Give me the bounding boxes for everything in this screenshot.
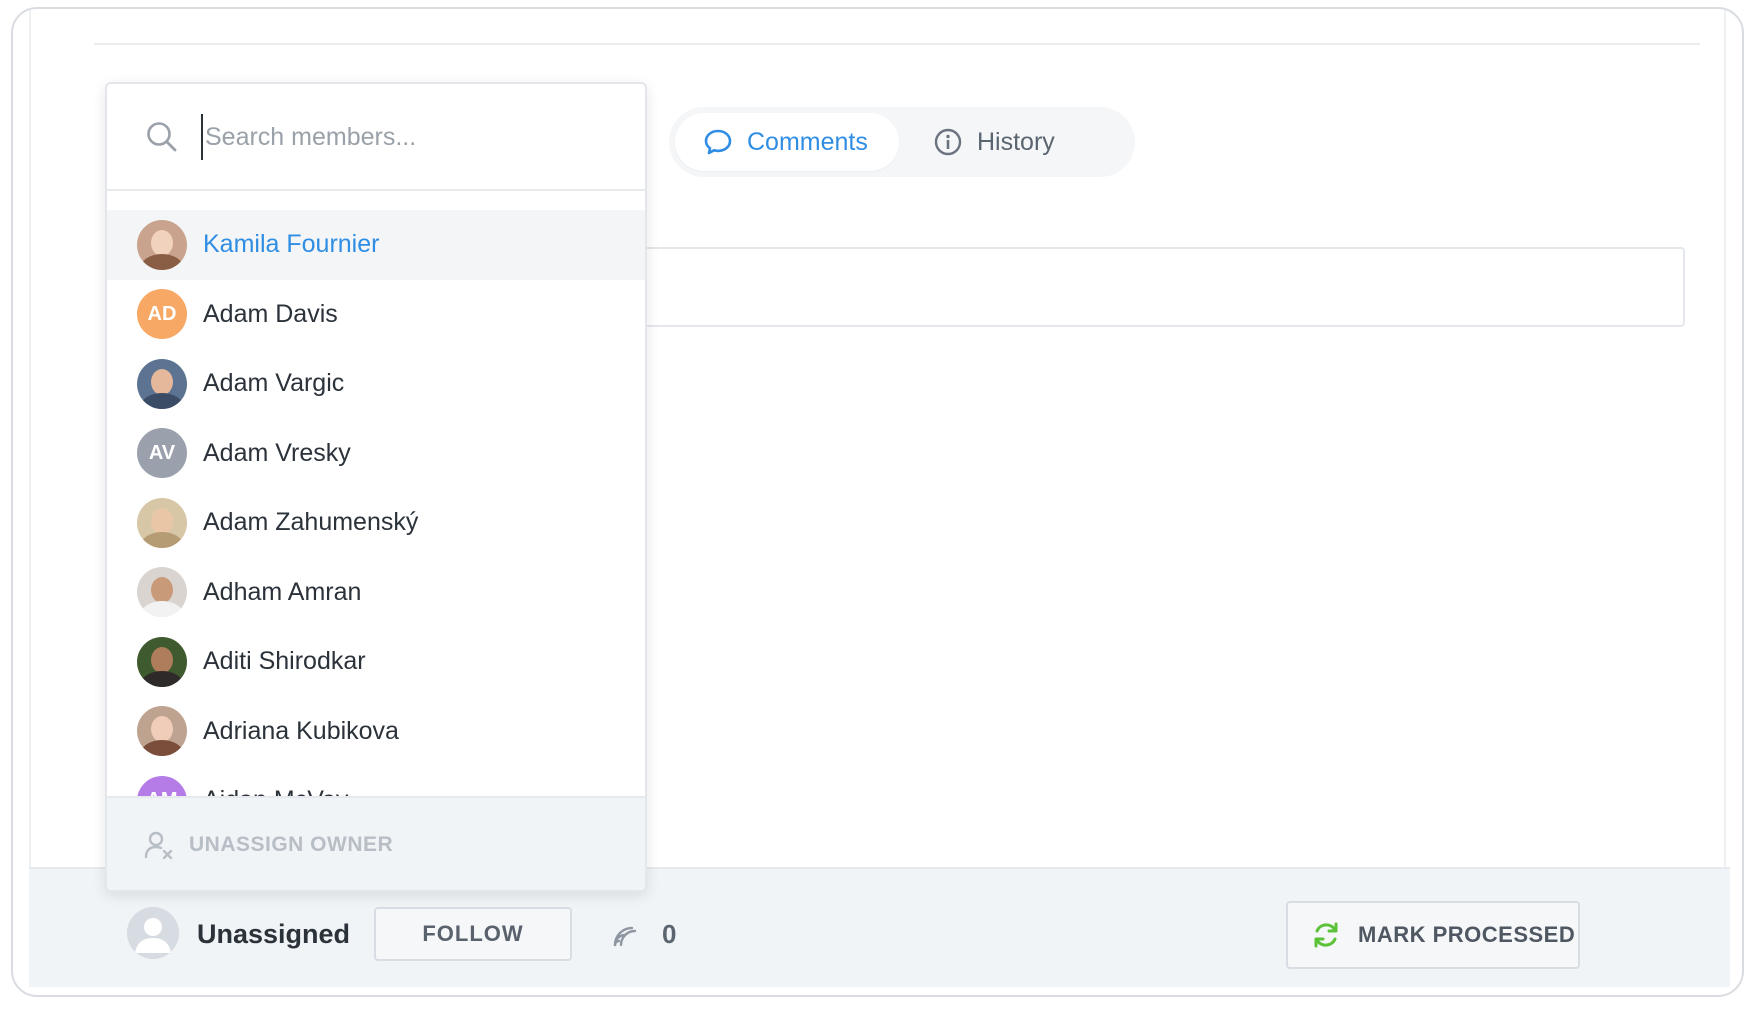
follow-button[interactable]: FOLLOW (374, 907, 572, 961)
member-item-adam-vresky[interactable]: AV Adam Vresky (107, 419, 645, 489)
mark-processed-label: MARK PROCESSED (1358, 922, 1576, 947)
member-name: Aidan McVay (203, 786, 348, 796)
member-name: Aditi Shirodkar (203, 647, 366, 676)
member-search-input[interactable] (201, 114, 607, 160)
refresh-icon (1314, 922, 1338, 948)
avatar (137, 567, 187, 618)
avatar (137, 497, 187, 548)
avatar: AD (137, 289, 187, 340)
member-item-aidan-mcvay[interactable]: AM Aidan McVay (107, 766, 645, 796)
search-icon (147, 122, 177, 152)
followers-count: 0 (662, 919, 677, 949)
avatar: AV (137, 428, 187, 479)
avatar (137, 706, 187, 757)
unassign-user-icon (144, 831, 173, 860)
member-item-adriana-kubikova[interactable]: Adriana Kubikova (107, 697, 645, 767)
avatar (137, 219, 187, 270)
unassign-owner-button[interactable]: UNASSIGN OWNER (107, 796, 645, 890)
owner-avatar[interactable] (127, 907, 179, 959)
comment-input[interactable] (613, 247, 1685, 327)
member-name: Kamila Fournier (203, 230, 380, 259)
member-name: Adam Zahumenský (203, 508, 419, 537)
info-icon (934, 128, 962, 156)
right-divider (1724, 9, 1726, 869)
member-item-adam-zahumensky[interactable]: Adam Zahumenský (107, 488, 645, 558)
member-list: Kamila Fournier AD Adam Davis Adam Vargi… (107, 210, 645, 796)
owner-label[interactable]: Unassigned (197, 919, 350, 950)
member-item-adham-amran[interactable]: Adham Amran (107, 558, 645, 628)
avatar (137, 358, 187, 409)
tab-comments-label: Comments (747, 127, 868, 156)
avatar-initials: AD (147, 302, 177, 325)
unassign-owner-label: UNASSIGN OWNER (189, 833, 394, 856)
member-item-aditi-shirodkar[interactable]: Aditi Shirodkar (107, 627, 645, 697)
top-divider (94, 43, 1700, 45)
app-window: Comments History Unassigned FOLLOW 0 MAR… (11, 7, 1744, 997)
tab-comments[interactable]: Comments (675, 113, 899, 171)
avatar-initials: AM (146, 789, 177, 796)
tab-history-label: History (977, 127, 1055, 156)
member-item-adam-davis[interactable]: AD Adam Davis (107, 280, 645, 350)
member-search-row (107, 84, 645, 191)
avatar-initials: AV (148, 441, 176, 464)
activity-tabs: Comments History (669, 107, 1135, 177)
tab-history[interactable]: History (931, 113, 1121, 171)
member-name: Adam Vresky (203, 438, 351, 467)
member-name: Adriana Kubikova (203, 716, 399, 745)
comment-icon (704, 129, 732, 155)
user-placeholder-icon (127, 907, 179, 959)
followers-signal-icon (613, 926, 637, 947)
member-dropdown: Kamila Fournier AD Adam Davis Adam Vargi… (105, 82, 647, 892)
mark-processed-button[interactable]: MARK PROCESSED (1286, 901, 1580, 969)
left-divider (29, 9, 31, 869)
member-item-kamila-fournier[interactable]: Kamila Fournier (107, 210, 645, 280)
member-name: Adam Vargic (203, 369, 345, 398)
avatar (137, 636, 187, 687)
member-item-adam-vargic[interactable]: Adam Vargic (107, 349, 645, 419)
member-name: Adham Amran (203, 577, 362, 606)
avatar: AM (137, 775, 187, 796)
member-name: Adam Davis (203, 299, 338, 328)
